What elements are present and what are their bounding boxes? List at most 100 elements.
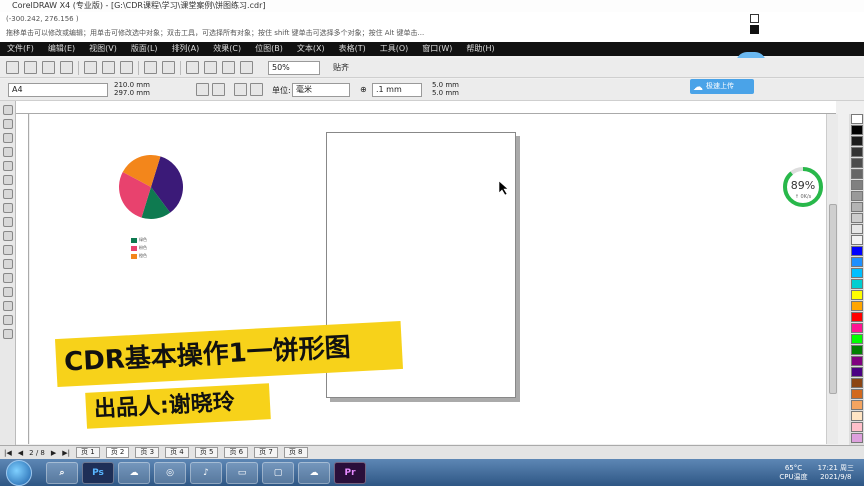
palette-swatch[interactable]	[851, 158, 863, 168]
page-tab-3[interactable]: 页 3	[135, 447, 160, 458]
palette-swatch[interactable]	[851, 246, 863, 256]
taskbar-folder-icon[interactable]: ▭	[226, 461, 258, 484]
menu-help[interactable]: 帮助(H)	[463, 42, 497, 56]
menu-arrange[interactable]: 排列(A)	[169, 42, 203, 56]
palette-swatch[interactable]	[851, 312, 863, 322]
menu-tools[interactable]: 工具(O)	[377, 42, 412, 56]
eyedropper-tool-icon[interactable]	[3, 287, 13, 297]
next-page-icon[interactable]: ▶	[51, 449, 56, 457]
units-select[interactable]: 毫米	[292, 83, 350, 97]
menu-file[interactable]: 文件(F)	[4, 42, 37, 56]
page-width-field[interactable]: 210.0 mm	[114, 81, 150, 89]
menu-table[interactable]: 表格(T)	[336, 42, 369, 56]
palette-swatch[interactable]	[851, 147, 863, 157]
taskbar-app-icon[interactable]: ♪	[190, 461, 222, 484]
menu-effects[interactable]: 效果(C)	[210, 42, 244, 56]
palette-swatch[interactable]	[851, 136, 863, 146]
vertical-scrollbar[interactable]	[826, 114, 838, 444]
nudge-distance-field[interactable]: .1 mm	[372, 83, 422, 97]
palette-swatch[interactable]	[851, 125, 863, 135]
palette-swatch[interactable]	[851, 180, 863, 190]
palette-swatch[interactable]	[851, 367, 863, 377]
copy-icon[interactable]	[102, 61, 115, 74]
zoom-combo[interactable]: 50%	[268, 60, 320, 75]
landscape-icon[interactable]	[212, 83, 225, 96]
palette-swatch[interactable]	[851, 114, 863, 124]
search-icon[interactable]: ⌕	[46, 461, 78, 484]
palette-swatch[interactable]	[851, 268, 863, 278]
menu-layout[interactable]: 版面(L)	[128, 42, 161, 56]
taskbar-window-icon[interactable]: ▢	[262, 461, 294, 484]
save-icon[interactable]	[42, 61, 55, 74]
smart-fill-tool-icon[interactable]	[3, 175, 13, 185]
taskbar-cloud2-icon[interactable]: ☁	[298, 461, 330, 484]
palette-swatch[interactable]	[851, 279, 863, 289]
palette-swatch[interactable]	[851, 213, 863, 223]
palette-swatch[interactable]	[851, 290, 863, 300]
duplicate-y-field[interactable]: 5.0 mm	[432, 89, 459, 97]
welcome-icon[interactable]	[240, 61, 253, 74]
menu-view[interactable]: 视图(V)	[86, 42, 120, 56]
undo-icon[interactable]	[144, 61, 157, 74]
pie-slices[interactable]	[119, 155, 183, 219]
paste-icon[interactable]	[120, 61, 133, 74]
portrait-icon[interactable]	[196, 83, 209, 96]
basic-shapes-tool-icon[interactable]	[3, 231, 13, 241]
freehand-tool-icon[interactable]	[3, 161, 13, 171]
table-tool-icon[interactable]	[3, 259, 13, 269]
current-page-icon[interactable]	[250, 83, 263, 96]
palette-swatch[interactable]	[851, 301, 863, 311]
page-tab-7[interactable]: 页 7	[254, 447, 278, 458]
menu-window[interactable]: 窗口(W)	[419, 42, 455, 56]
palette-swatch[interactable]	[851, 378, 863, 388]
last-page-icon[interactable]: ▶|	[62, 449, 70, 457]
menu-edit[interactable]: 编辑(E)	[45, 42, 78, 56]
page-tab-1[interactable]: 页 1	[76, 447, 100, 458]
shape-tool-icon[interactable]	[3, 119, 13, 129]
palette-swatch[interactable]	[851, 224, 863, 234]
snap-to-label[interactable]: 贴齐	[333, 62, 349, 73]
all-pages-icon[interactable]	[234, 83, 247, 96]
interactive-fill-tool-icon[interactable]	[3, 329, 13, 339]
print-icon[interactable]	[60, 61, 73, 74]
first-page-icon[interactable]: |◀	[4, 449, 12, 457]
taskbar-cloud-icon[interactable]: ☁	[118, 461, 150, 484]
palette-swatch[interactable]	[851, 169, 863, 179]
close-icon[interactable]	[750, 14, 759, 23]
export-icon[interactable]	[204, 61, 217, 74]
prev-page-icon[interactable]: ◀	[18, 449, 23, 457]
page-tab-6[interactable]: 页 6	[224, 447, 249, 458]
page-tab-2[interactable]: 页 2	[105, 447, 130, 458]
page-tab-5[interactable]: 页 5	[194, 447, 219, 458]
palette-swatch[interactable]	[851, 422, 863, 432]
palette-swatch[interactable]	[851, 191, 863, 201]
taskbar-premiere[interactable]: Pr	[334, 461, 366, 484]
paper-preset-select[interactable]: A4	[8, 83, 108, 97]
scrollbar-thumb[interactable]	[829, 204, 837, 394]
palette-swatch[interactable]	[851, 400, 863, 410]
outline-tool-icon[interactable]	[3, 301, 13, 311]
pick-tool-icon[interactable]	[3, 105, 13, 115]
open-icon[interactable]	[24, 61, 37, 74]
zoom-tool-icon[interactable]	[3, 147, 13, 157]
palette-swatch[interactable]	[851, 323, 863, 333]
ellipse-tool-icon[interactable]	[3, 203, 13, 213]
page-tab-4[interactable]: 页 4	[165, 447, 189, 458]
palette-swatch[interactable]	[851, 356, 863, 366]
redo-icon[interactable]	[162, 61, 175, 74]
menu-text[interactable]: 文本(X)	[294, 42, 328, 56]
start-button[interactable]	[6, 459, 32, 486]
rectangle-tool-icon[interactable]	[3, 189, 13, 199]
upload-button[interactable]: ☁ 极速上传	[690, 79, 754, 94]
new-icon[interactable]	[6, 61, 19, 74]
duplicate-x-field[interactable]: 5.0 mm	[432, 81, 459, 89]
palette-swatch[interactable]	[851, 433, 863, 443]
palette-swatch[interactable]	[851, 334, 863, 344]
text-tool-icon[interactable]	[3, 245, 13, 255]
fill-tool-icon[interactable]	[3, 315, 13, 325]
palette-swatch[interactable]	[851, 411, 863, 421]
crop-tool-icon[interactable]	[3, 133, 13, 143]
palette-swatch[interactable]	[851, 202, 863, 212]
polygon-tool-icon[interactable]	[3, 217, 13, 227]
menu-bitmaps[interactable]: 位图(B)	[252, 42, 286, 56]
